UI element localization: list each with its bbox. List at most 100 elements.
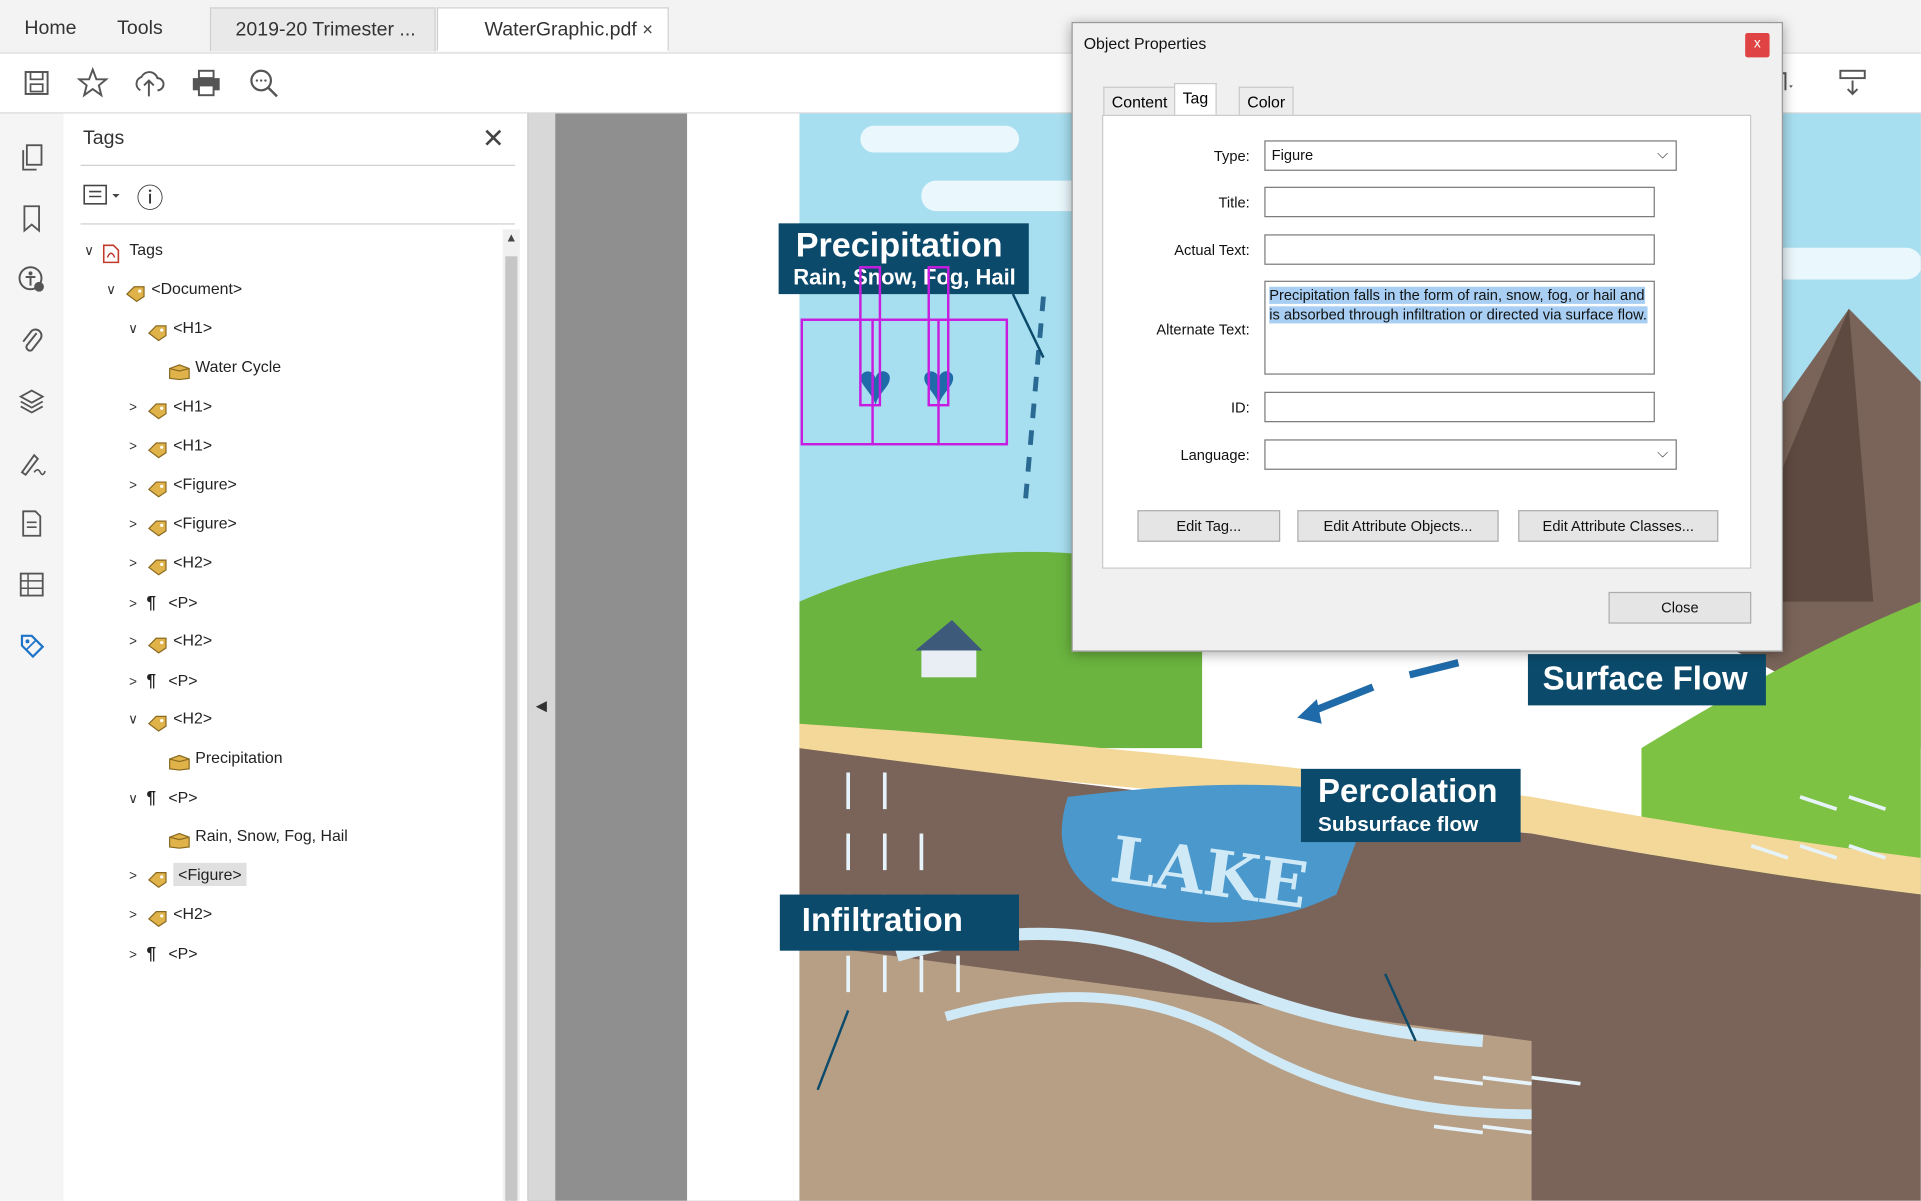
tags-icon[interactable] [15,629,49,663]
id-field[interactable] [1264,391,1655,423]
chevron-down-icon[interactable]: ∨ [81,237,98,266]
tree-item-label: Tags [129,240,163,259]
document-content-icon[interactable] [15,506,49,540]
language-select[interactable]: ⌵ [1264,439,1677,470]
panel-title: Tags [82,128,125,149]
alternate-text-field[interactable]: Precipitation falls in the form of rain,… [1264,280,1655,375]
tag-icon [146,322,167,341]
chevron-right-icon[interactable]: > [124,862,141,891]
tree-content-item[interactable]: Rain, Snow, Fog, Hail [168,821,348,850]
tree-tag-item[interactable]: > ¶ <P> [124,587,197,616]
download-tray-icon[interactable] [1833,63,1872,102]
tree-tag-item[interactable]: > ¶ <P> [124,665,197,694]
chevron-right-icon[interactable]: > [124,471,141,500]
collapse-arrow-icon[interactable]: ◀ [536,697,547,714]
tag-icon [146,712,167,732]
tree-content-item[interactable]: Precipitation [168,743,283,772]
tab-watergraphic[interactable]: WaterGraphic.pdf × [436,7,669,53]
accessibility-icon[interactable] [15,262,49,296]
close-button[interactable]: Close [1608,591,1752,624]
save-icon[interactable] [17,63,56,102]
actual-text-field[interactable] [1264,234,1655,265]
tree-tag-item[interactable]: ∨ <Document> [103,275,242,305]
layers-icon[interactable] [15,384,49,418]
dialog-title: Object Properties [1083,34,1207,53]
chevron-right-icon[interactable]: > [124,901,141,930]
tree-item-label: <Figure> [173,474,237,494]
type-label: Type: [1213,147,1250,165]
precipitation-title: Precipitation [795,225,1003,264]
tree-item-label: <P> [168,788,198,807]
tab-trimester-doc[interactable]: 2019-20 Trimester ... [209,7,436,52]
tree-tag-item[interactable]: > <Figure> [124,860,247,891]
close-tab-icon[interactable]: × [642,9,653,53]
chevron-right-icon[interactable]: > [124,589,141,618]
actual-text-label: Actual Text: [1174,241,1250,259]
dialog-close-icon[interactable]: x [1745,32,1770,58]
object-properties-dialog: Object Properties x Content Tag Color Ty… [1071,21,1784,652]
bookmarks-icon[interactable] [15,201,49,235]
tree-tag-item[interactable]: ∨ ¶ <P> [124,782,197,811]
order-reading-icon[interactable] [15,567,49,601]
tree-item-label: <H2> [173,709,213,728]
chevron-right-icon[interactable]: > [124,432,141,461]
signature-pen-icon[interactable] [15,445,49,479]
scrollbar-thumb[interactable] [505,256,518,1201]
tree-tag-item[interactable]: > <H2> [124,548,212,577]
paragraph-icon: ¶ [146,943,156,963]
title-field[interactable] [1264,186,1655,218]
percolation-label: Percolation Subsurface flow [1300,768,1521,843]
tree-tag-item[interactable]: > <H2> [124,899,212,928]
tree-tag-item[interactable]: > <H1> [124,392,212,421]
chevron-right-icon[interactable]: > [124,627,141,656]
tree-tag-item[interactable]: > <Figure> [124,470,237,500]
chevron-down-icon[interactable]: ∨ [124,785,141,814]
tree-tag-item[interactable]: > <Figure> [124,509,237,539]
tab-tag[interactable]: Tag [1174,82,1217,119]
chevron-right-icon[interactable]: > [124,393,141,422]
close-panel-icon[interactable]: ✕ [482,123,505,155]
tree-tag-item[interactable]: > ¶ <P> [124,938,197,967]
tree-item-label: <H1> [173,318,213,337]
surface-flow-text: Surface Flow [1542,660,1748,697]
zoom-search-icon[interactable] [244,63,283,102]
chevron-right-icon[interactable]: > [124,549,141,578]
edit-tag-button[interactable]: Edit Tag... [1137,510,1281,542]
pages-icon[interactable] [15,140,49,174]
tree-tag-item[interactable]: ∨ <H1> [124,314,212,343]
bookmark-star-icon[interactable] [73,63,112,102]
percolation-title: Percolation [1318,772,1498,810]
panel-collapse-strip[interactable]: ◀ [528,113,556,1201]
scroll-up-icon[interactable]: ▲ [505,232,517,245]
cloud-upload-icon[interactable] [129,63,168,102]
infiltration-label: Infiltration [779,894,1020,951]
edit-attribute-objects-button[interactable]: Edit Attribute Objects... [1297,510,1499,542]
type-select[interactable]: Figure ⌵ [1264,140,1677,171]
tab-color[interactable]: Color [1238,86,1294,118]
chevron-down-icon[interactable]: ∨ [103,276,120,305]
chevron-right-icon[interactable]: > [124,941,141,970]
tree-tag-item[interactable]: > <H2> [124,626,212,655]
tree-item-label: <H2> [173,552,213,572]
info-icon[interactable]: ⓘ [137,177,164,216]
chevron-down-icon[interactable]: ∨ [124,705,141,734]
chevron-right-icon[interactable]: > [124,510,141,539]
chevron-right-icon[interactable]: > [124,668,141,697]
tree-tag-item[interactable]: ∨ <H2> [124,704,212,733]
tag-icon [146,868,167,888]
tree-tag-item[interactable]: ∨ Tags [81,236,163,265]
tab-content[interactable]: Content [1103,86,1176,118]
tag-highlight-box [800,318,1009,446]
options-menu-button[interactable] [83,182,124,209]
tree-content-item[interactable]: Water Cycle [168,353,281,382]
tab-tools[interactable]: Tools [117,7,163,51]
chevron-down-icon[interactable]: ∨ [124,315,141,344]
print-icon[interactable] [187,63,226,102]
paperclip-icon[interactable] [15,323,49,357]
language-label: Language: [1180,446,1250,464]
panel-scrollbar[interactable]: ▲ [502,229,520,1201]
tree-tag-item[interactable]: > <H1> [124,431,212,460]
tab-home[interactable]: Home [24,7,76,51]
content-box-icon [168,829,190,849]
edit-attribute-classes-button[interactable]: Edit Attribute Classes... [1518,510,1719,542]
